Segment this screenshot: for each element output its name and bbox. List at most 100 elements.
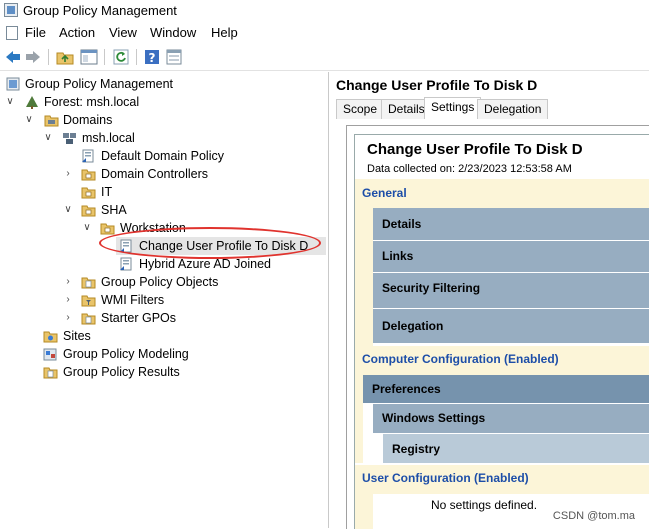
tree-item-root[interactable]: Group Policy Management <box>0 75 328 93</box>
details-header: Change User Profile To Disk D <box>336 77 538 93</box>
menu-bar: File Action View Window Help <box>0 22 649 44</box>
menu-view[interactable]: View <box>109 25 137 40</box>
section-general-label[interactable]: General <box>362 186 407 200</box>
chevron-right-icon[interactable]: › <box>63 165 73 183</box>
chevron-down-icon[interactable]: ∨ <box>24 111 34 129</box>
toolbar: ? <box>0 44 649 71</box>
section-registry[interactable]: Registry <box>383 434 649 465</box>
chevron-right-icon[interactable]: › <box>63 309 73 327</box>
user-indent <box>355 494 373 529</box>
toolbar-separator <box>136 49 137 65</box>
tree-item-sha[interactable]: ∨ SHA <box>0 201 328 219</box>
gpo-folder-icon <box>81 275 96 289</box>
section-security-filtering[interactable]: Security Filtering <box>373 273 649 310</box>
report-title: Change User Profile To Disk D <box>367 141 583 158</box>
forward-arrow-icon[interactable] <box>24 48 42 66</box>
results-icon <box>43 365 58 379</box>
section-preferences[interactable]: Preferences <box>363 375 649 405</box>
details-pane: Change User Profile To Disk D Scope Deta… <box>330 72 649 529</box>
menu-file-label[interactable]: File <box>25 25 46 40</box>
menu-action[interactable]: Action <box>59 25 95 40</box>
gpo-link-icon <box>119 239 134 253</box>
section-links[interactable]: Links <box>373 241 649 274</box>
section-security-filtering-label[interactable]: Security Filtering <box>382 281 480 295</box>
settings-report: Change User Profile To Disk D Data colle… <box>354 134 649 529</box>
tree-item-workstation[interactable]: ∨ Workstation <box>0 219 328 237</box>
gpm-app-icon <box>4 3 18 17</box>
tree-item-gpo-hybrid[interactable]: Hybrid Azure AD Joined <box>0 255 328 273</box>
tree-item-results[interactable]: Group Policy Results <box>0 363 328 381</box>
settings-report-frame: Change User Profile To Disk D Data colle… <box>346 125 649 529</box>
no-settings-text: No settings defined. <box>431 498 538 512</box>
folder-up-icon[interactable] <box>56 48 74 66</box>
ou-folder-icon <box>81 203 96 217</box>
chevron-right-icon[interactable]: › <box>63 291 73 309</box>
properties-icon[interactable] <box>165 48 183 66</box>
general-indent <box>355 208 373 346</box>
tree-item-it[interactable]: IT <box>0 183 328 201</box>
chevron-right-icon[interactable]: › <box>63 273 73 291</box>
tree-item-domain-controllers[interactable]: › Domain Controllers <box>0 165 328 183</box>
modeling-icon <box>43 347 58 361</box>
menu-window[interactable]: Window <box>150 25 196 40</box>
chevron-down-icon[interactable]: ∨ <box>5 93 15 111</box>
section-user-config[interactable]: User Configuration (Enabled) <box>355 465 649 494</box>
svg-text:?: ? <box>149 51 156 65</box>
section-details-label[interactable]: Details <box>382 217 421 231</box>
tab-settings[interactable]: Settings <box>424 97 482 119</box>
section-links-label[interactable]: Links <box>382 249 413 263</box>
section-windows-settings-label[interactable]: Windows Settings <box>382 411 485 425</box>
gpm-icon <box>6 77 21 91</box>
toolbar-separator <box>104 49 105 65</box>
chevron-down-icon[interactable]: ∨ <box>63 201 73 219</box>
tree-item-domain[interactable]: ∨ msh.local <box>0 129 328 147</box>
section-computer-config-label[interactable]: Computer Configuration (Enabled) <box>362 352 559 366</box>
menu-help[interactable]: Help <box>211 25 238 40</box>
system-menu-icon[interactable] <box>6 26 18 40</box>
section-computer-config[interactable]: Computer Configuration (Enabled) <box>355 346 649 375</box>
tree-item-domains[interactable]: ∨ Domains <box>0 111 328 129</box>
toolbar-separator <box>48 49 49 65</box>
tree-item-modeling[interactable]: Group Policy Modeling <box>0 345 328 363</box>
watermark: CSDN @tom.ma <box>552 510 635 522</box>
tree-item-forest[interactable]: ∨ Forest: msh.local <box>0 93 328 111</box>
tree-item-sites[interactable]: Sites <box>0 327 328 345</box>
report-collected: Data collected on: 2/23/2023 12:53:58 AM <box>367 163 572 175</box>
domain-icon <box>62 131 77 145</box>
help-icon[interactable]: ? <box>143 48 161 66</box>
gpo-link-icon <box>119 257 134 271</box>
wmi-folder-icon <box>81 293 96 307</box>
ou-folder-icon <box>81 185 96 199</box>
section-details[interactable]: Details <box>373 208 649 242</box>
tab-scope[interactable]: Scope <box>336 99 385 119</box>
starter-gpo-folder-icon <box>81 311 96 325</box>
section-windows-settings[interactable]: Windows Settings <box>373 404 649 435</box>
tree-item-default-domain-policy[interactable]: Default Domain Policy <box>0 147 328 165</box>
domains-folder-icon <box>44 113 59 127</box>
section-registry-label[interactable]: Registry <box>392 442 440 456</box>
gpo-link-icon <box>81 149 96 163</box>
title-bar: Group Policy Management <box>0 0 649 22</box>
window-title: Group Policy Management <box>23 3 177 18</box>
section-general[interactable]: General <box>355 179 649 208</box>
tree-item-group-policy-objects[interactable]: › Group Policy Objects <box>0 273 328 291</box>
sites-icon <box>43 329 58 343</box>
forest-icon <box>25 95 40 109</box>
console-tree[interactable]: Group Policy Management ∨ Forest: msh.lo… <box>0 72 329 528</box>
chevron-down-icon[interactable]: ∨ <box>43 129 53 147</box>
section-user-config-label[interactable]: User Configuration (Enabled) <box>362 471 529 485</box>
back-arrow-icon[interactable] <box>4 48 22 66</box>
section-preferences-label[interactable]: Preferences <box>372 382 441 396</box>
tree-item-starter-gpos[interactable]: › Starter GPOs <box>0 309 328 327</box>
tree-item-wmi-filters[interactable]: › WMI Filters <box>0 291 328 309</box>
computer-indent <box>355 375 363 463</box>
console-tree-icon[interactable] <box>80 48 98 66</box>
section-delegation[interactable]: Delegation <box>373 309 649 345</box>
tab-delegation[interactable]: Delegation <box>477 99 549 119</box>
section-delegation-label[interactable]: Delegation <box>382 319 443 333</box>
refresh-icon[interactable] <box>112 48 130 66</box>
tree-item-gpo-selected[interactable]: Change User Profile To Disk D <box>0 237 328 255</box>
ou-folder-icon <box>81 167 96 181</box>
ou-folder-icon <box>100 221 115 235</box>
chevron-down-icon[interactable]: ∨ <box>82 219 92 237</box>
